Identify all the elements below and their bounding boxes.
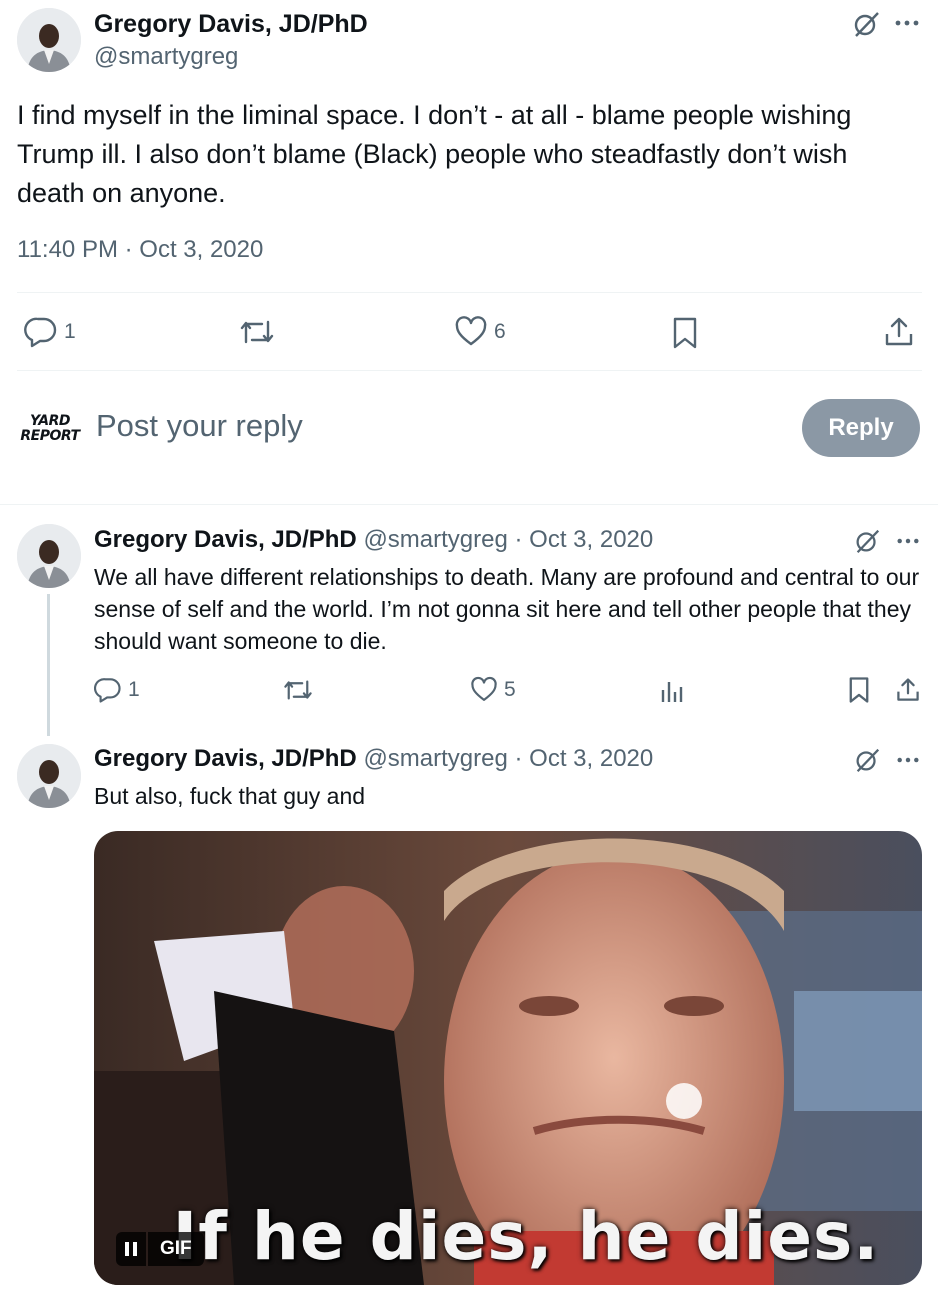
tweet-text: But also, fuck that guy and <box>94 783 366 809</box>
like-icon <box>470 676 498 704</box>
author-name[interactable]: Gregory Davis, JD/PhD <box>94 526 357 553</box>
tweet-text: We all have different relationships to d… <box>94 564 920 654</box>
reply-submit-button[interactable]: Reply <box>802 399 920 457</box>
author-name[interactable]: Gregory Davis, JD/PhD <box>94 745 357 772</box>
reply-icon <box>94 676 122 704</box>
reply-button[interactable]: 1 <box>24 316 76 348</box>
tweet-text: I find myself in the liminal space. I do… <box>17 100 852 208</box>
bookmark-icon <box>672 316 698 350</box>
share-icon <box>896 676 920 704</box>
grok-icon[interactable] <box>850 8 882 40</box>
pause-icon[interactable] <box>116 1232 146 1266</box>
retweet-button[interactable] <box>238 316 276 348</box>
reply-input[interactable]: Post your reply <box>96 408 303 444</box>
divider <box>17 370 922 371</box>
retweet-button[interactable] <box>282 676 314 704</box>
reply-count: 1 <box>128 678 140 701</box>
avatar[interactable] <box>17 744 81 808</box>
thread-line <box>47 594 50 736</box>
avatar[interactable] <box>17 8 81 72</box>
tweet-header: Gregory Davis, JD/PhD @smartygreg · Oct … <box>94 745 653 773</box>
divider <box>17 292 922 293</box>
reply-count: 1 <box>64 320 76 343</box>
gif-badge-label: GIF <box>148 1232 204 1266</box>
more-icon[interactable] <box>896 755 920 765</box>
divider <box>0 504 938 505</box>
grok-icon[interactable] <box>852 745 882 775</box>
tweet-date[interactable]: · Oct 3, 2020 <box>515 745 654 772</box>
like-button[interactable]: 6 <box>454 316 506 348</box>
author-name[interactable]: Gregory Davis, JD/PhD <box>94 10 368 39</box>
author-handle[interactable]: @smartygreg <box>363 745 507 772</box>
avatar[interactable] <box>17 524 81 588</box>
reply-button[interactable]: 1 <box>94 676 140 704</box>
share-button[interactable] <box>896 676 920 704</box>
share-icon <box>884 316 914 348</box>
like-count: 5 <box>504 678 516 701</box>
tweet-header: Gregory Davis, JD/PhD @smartygreg · Oct … <box>94 526 653 554</box>
bookmark-button[interactable] <box>672 316 698 350</box>
like-button[interactable]: 5 <box>470 676 516 704</box>
more-icon[interactable] <box>896 536 920 546</box>
views-button[interactable] <box>660 678 684 704</box>
retweet-icon <box>238 316 276 348</box>
yard-report-logo: YARD REPORT <box>20 413 80 444</box>
share-button[interactable] <box>884 316 914 348</box>
retweet-icon <box>282 676 314 704</box>
like-count: 6 <box>494 320 506 343</box>
bookmark-button[interactable] <box>848 676 870 704</box>
author-handle[interactable]: @smartygreg <box>94 43 238 71</box>
gif-media[interactable]: If he dies, he dies. <box>94 831 922 1285</box>
reply-icon <box>24 316 58 348</box>
analytics-icon <box>660 678 684 704</box>
like-icon <box>454 316 488 348</box>
tweet-date[interactable]: · Oct 3, 2020 <box>515 526 654 553</box>
gif-controls: GIF <box>116 1232 204 1266</box>
more-icon[interactable] <box>894 18 920 28</box>
tweet-timestamp[interactable]: 11:40 PM · Oct 3, 2020 <box>17 236 263 264</box>
bookmark-icon <box>848 676 870 704</box>
gif-caption: If he dies, he dies. <box>172 1198 880 1275</box>
author-handle[interactable]: @smartygreg <box>363 526 507 553</box>
grok-icon[interactable] <box>852 526 882 556</box>
